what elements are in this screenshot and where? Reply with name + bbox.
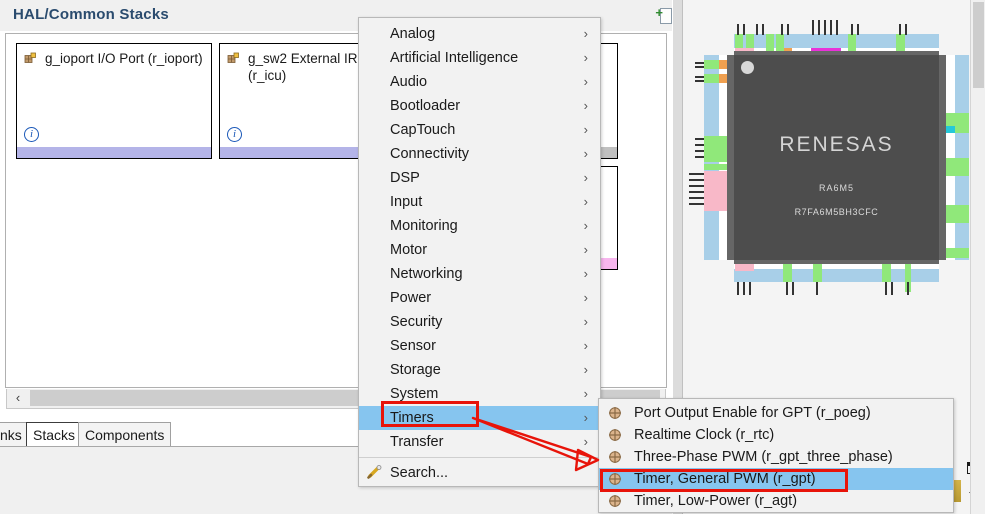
menu-label: Security [390,314,443,330]
menu-item-motor[interactable]: Motor › [359,238,600,262]
menu-item-connectivity[interactable]: Connectivity › [359,142,600,166]
chevron-right-icon: › [583,290,588,305]
new-stack-dropdown-menu[interactable]: Analog › Artificial Intelligence › Audio… [358,17,601,487]
menu-label: Power [390,290,432,306]
chip-pins [689,20,969,295]
menu-label: Sensor [390,338,436,354]
submenu-label: Timer, General PWM (r_gpt) [634,471,816,487]
timers-submenu[interactable]: Port Output Enable for GPT (r_poeg) Real… [598,398,954,513]
chevron-right-icon: › [583,146,588,161]
chevron-right-icon: › [583,74,588,89]
menu-label: DSP [390,170,420,186]
menu-item-dsp[interactable]: DSP › [359,166,600,190]
menu-label: CapTouch [390,122,456,138]
new-stack-icon [655,5,673,24]
stack-title: g_ioport I/O Port (r_ioport) [45,51,203,66]
menu-label: Networking [390,266,463,282]
menu-item-search[interactable]: Search... [359,460,600,486]
menu-item-input[interactable]: Input › [359,190,600,214]
menu-label: Bootloader [390,98,461,114]
menu-item-artificial-intelligence[interactable]: Artificial Intelligence › [359,46,600,70]
menu-item-sensor[interactable]: Sensor › [359,334,600,358]
submenu-item-poeg[interactable]: Port Output Enable for GPT (r_poeg) [599,402,953,424]
chevron-right-icon: › [583,242,588,257]
menu-item-monitoring[interactable]: Monitoring › [359,214,600,238]
menu-item-analog[interactable]: Analog › [359,22,600,46]
menu-item-storage[interactable]: Storage › [359,358,600,382]
search-label: Search... [390,465,449,481]
scroll-left-button[interactable]: ‹ [7,389,29,407]
module-icon [609,407,621,419]
chevron-right-icon: › [583,170,588,185]
right-vertical-scrollbar[interactable] [970,0,985,514]
menu-item-security[interactable]: Security › [359,310,600,334]
menu-label: System [390,386,439,402]
submenu-label: Port Output Enable for GPT (r_poeg) [634,405,871,421]
submenu-label: Timer, Low-Power (r_agt) [634,493,798,509]
chip-package-diagram[interactable]: RENESAS RA6M5 R7FA6M5BH3CFC [683,8,969,378]
module-icon [609,495,621,507]
stack-footer-bar [17,147,211,158]
tab-links[interactable]: nks [0,422,29,446]
pin-decoration-icon [954,480,961,502]
module-icon [609,429,621,441]
menu-label: Connectivity [390,146,469,162]
module-icon [227,52,239,63]
menu-label: Transfer [390,434,444,450]
chevron-right-icon: › [583,386,588,401]
menu-label: Timers [390,410,434,426]
chevron-right-icon: › [583,194,588,209]
info-icon[interactable]: i [227,127,242,142]
menu-item-captouch[interactable]: CapTouch › [359,118,600,142]
tab-components[interactable]: Components [78,422,172,446]
menu-label: Input [390,194,423,210]
menu-item-power[interactable]: Power › [359,286,600,310]
tab-stacks[interactable]: Stacks [26,422,83,446]
chevron-right-icon: › [583,362,588,377]
chevron-right-icon: › [583,338,588,353]
module-icon [24,52,36,63]
chevron-right-icon: › [583,122,588,137]
search-pencil-icon [367,465,382,479]
module-icon [609,473,621,485]
page-title: HAL/Common Stacks [13,6,169,23]
submenu-label: Realtime Clock (r_rtc) [634,427,775,443]
menu-label: Monitoring [390,218,458,234]
right-scrollbar-thumb[interactable] [973,2,984,88]
menu-separator [359,457,600,458]
submenu-item-rtc[interactable]: Realtime Clock (r_rtc) [599,424,953,446]
chevron-right-icon: › [583,218,588,233]
chevron-right-icon: › [583,266,588,281]
menu-label: Analog [390,26,436,42]
chevron-right-icon: › [583,26,588,41]
menu-label: Motor [390,242,428,258]
module-icon [609,451,621,463]
submenu-item-general-pwm[interactable]: Timer, General PWM (r_gpt) [599,468,953,490]
chevron-right-icon: › [583,314,588,329]
menu-label: Artificial Intelligence [390,50,519,66]
menu-item-timers[interactable]: Timers › [359,406,600,430]
menu-item-system[interactable]: System › [359,382,600,406]
menu-item-transfer[interactable]: Transfer › [359,430,600,454]
stack-box-ioport[interactable]: g_ioport I/O Port (r_ioport) i [16,43,212,159]
chevron-right-icon: › [583,50,588,65]
chevron-right-icon: › [583,434,588,449]
chevron-right-icon: › [583,98,588,113]
menu-item-audio[interactable]: Audio › [359,70,600,94]
info-icon[interactable]: i [24,127,39,142]
menu-label: Storage [390,362,441,378]
menu-label: Audio [390,74,428,90]
chevron-right-icon: › [583,410,588,425]
submenu-item-three-phase-pwm[interactable]: Three-Phase PWM (r_gpt_three_phase) [599,446,953,468]
submenu-item-low-power[interactable]: Timer, Low-Power (r_agt) [599,490,953,512]
menu-item-bootloader[interactable]: Bootloader › [359,94,600,118]
submenu-label: Three-Phase PWM (r_gpt_three_phase) [634,449,893,465]
menu-item-networking[interactable]: Networking › [359,262,600,286]
